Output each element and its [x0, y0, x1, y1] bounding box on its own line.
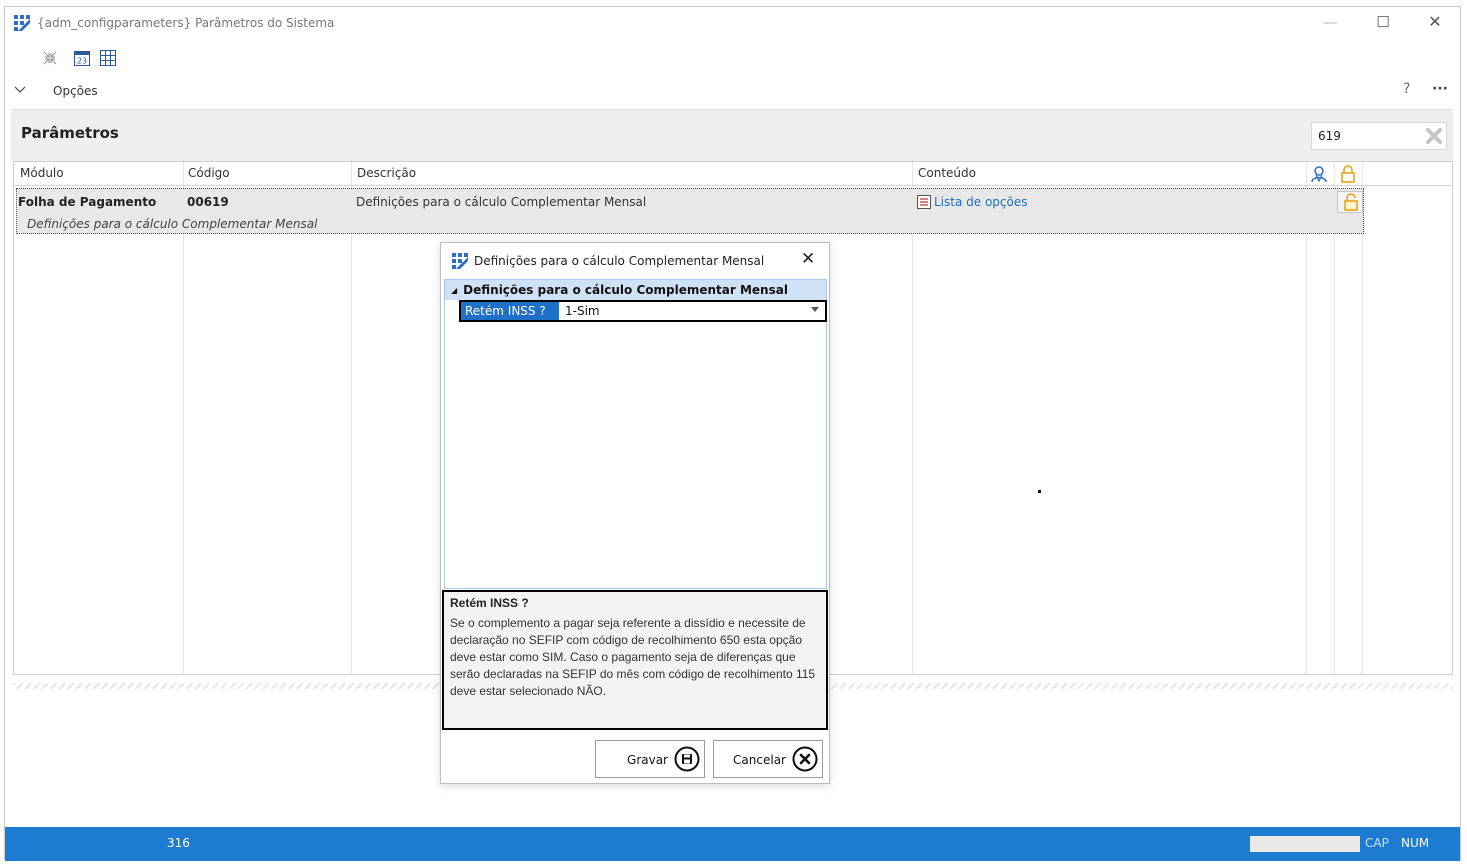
minimize-button[interactable]: —	[1315, 13, 1345, 33]
row-lock-toggle[interactable]	[1337, 191, 1363, 213]
grid-header: Módulo Código Descrição Conteúdo	[14, 162, 1452, 186]
calendar-icon[interactable]: 23	[73, 49, 91, 67]
chevron-down-icon[interactable]	[13, 83, 27, 97]
property-grid: ◢ Definições para o cálculo Complementar …	[444, 279, 827, 589]
column-divider	[912, 162, 913, 674]
column-divider	[183, 162, 184, 674]
column-divider	[1334, 162, 1335, 674]
column-header-modulo[interactable]: Módulo	[20, 166, 64, 180]
collapse-triangle-icon[interactable]: ◢	[451, 286, 457, 295]
column-header-descricao[interactable]: Descrição	[357, 166, 416, 180]
property-value-select[interactable]: 1-Sim	[561, 302, 813, 320]
maximize-button[interactable]: ☐	[1368, 13, 1398, 33]
help-icon[interactable]: ?	[1403, 81, 1410, 97]
column-divider	[351, 162, 352, 674]
property-category[interactable]: ◢ Definições para o cálculo Complementar …	[445, 280, 826, 300]
help-title: Retém INSS ?	[450, 596, 529, 610]
dialog-close-button[interactable]: ✕	[801, 249, 815, 269]
cell-modulo: Folha de Pagamento	[18, 195, 157, 209]
status-progress	[1250, 836, 1360, 852]
floppy-disk-icon	[674, 746, 700, 772]
options-label[interactable]: Opções	[53, 84, 98, 98]
list-options-icon	[917, 195, 931, 209]
cell-descricao: Definições para o cálculo Complementar M…	[356, 195, 647, 209]
cell-conteudo[interactable]: Lista de opções	[917, 195, 1028, 209]
row-subtitle: Definições para o cálculo Complementar M…	[27, 217, 318, 231]
app-logo-icon	[452, 253, 468, 269]
title-bar: {adm_configparameters} Parâmetros do Sis…	[5, 7, 1460, 39]
property-help-box: Retém INSS ? Se o complemento a pagar se…	[442, 590, 828, 730]
category-label: Definições para o cálculo Complementar M…	[463, 283, 788, 297]
column-divider	[1362, 162, 1363, 674]
search-box	[1311, 122, 1447, 150]
svg-text:23: 23	[77, 57, 87, 66]
table-row[interactable]: Folha de Pagamento 00619 Definições para…	[16, 188, 1364, 234]
save-button[interactable]: Gravar	[595, 740, 705, 778]
record-count: 316	[167, 836, 190, 850]
num-lock-indicator: NUM	[1401, 836, 1430, 850]
caps-lock-indicator: CAP	[1365, 836, 1389, 850]
grid-table-icon[interactable]	[99, 49, 117, 67]
cancel-button[interactable]: Cancelar	[713, 740, 823, 778]
cancel-button-label: Cancelar	[733, 753, 786, 767]
window-title: {adm_configparameters} Parâmetros do Sis…	[37, 16, 335, 30]
dialog-title: Definições para o cálculo Complementar M…	[474, 254, 765, 268]
cell-codigo: 00619	[187, 195, 229, 209]
user-permission-icon[interactable]	[1310, 165, 1328, 183]
list-options-link[interactable]: Lista de opções	[934, 195, 1028, 209]
column-divider	[1306, 162, 1307, 674]
panel-title: Parâmetros	[21, 124, 119, 142]
more-options-icon[interactable]: ···	[1432, 81, 1448, 97]
help-text: Se o complemento a pagar seja referente …	[450, 616, 816, 698]
clear-search-icon[interactable]	[1424, 126, 1444, 146]
parameter-dialog: Definições para o cálculo Complementar M…	[440, 242, 830, 784]
app-logo-icon	[14, 15, 30, 31]
options-bar: Opções ? ···	[5, 81, 1460, 103]
save-button-label: Gravar	[627, 753, 668, 767]
close-window-button[interactable]: ✕	[1420, 13, 1450, 33]
column-header-codigo[interactable]: Código	[188, 166, 230, 180]
dropdown-arrow-icon[interactable]	[811, 307, 819, 312]
collapse-arrows-icon[interactable]	[41, 49, 59, 67]
search-input[interactable]	[1316, 126, 1416, 146]
column-header-conteudo[interactable]: Conteúdo	[918, 166, 976, 180]
unlock-icon	[1344, 193, 1358, 211]
parameters-panel-header: Parâmetros	[11, 109, 1453, 161]
property-row-retem-inss[interactable]: Retém INSS ? 1-Sim	[459, 300, 827, 322]
cancel-x-icon	[792, 746, 818, 772]
property-name: Retém INSS ?	[461, 302, 559, 320]
cursor-dot	[1038, 490, 1041, 493]
lock-icon[interactable]	[1339, 165, 1357, 183]
status-bar: 316 CAP NUM	[5, 827, 1460, 861]
